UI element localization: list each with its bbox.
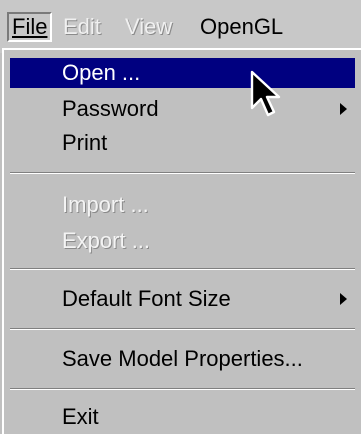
- menu-item-export: Export ...: [10, 226, 355, 256]
- menu-view: View: [122, 12, 175, 42]
- menu-separator: [10, 328, 355, 330]
- menu-view-label: View: [125, 14, 173, 39]
- menu-separator: [10, 172, 355, 174]
- menu-item-default-font-size[interactable]: Default Font Size: [10, 284, 355, 314]
- menu-item-password-label: Password: [62, 96, 159, 121]
- menu-item-print-label: Print: [62, 130, 108, 155]
- menu-edit-label: Edit: [63, 14, 101, 39]
- menu-item-import-label: Import ...: [62, 192, 149, 217]
- menu-item-save-model-properties[interactable]: Save Model Properties...: [10, 344, 355, 374]
- menu-item-exit[interactable]: Exit: [10, 402, 355, 432]
- menu-file[interactable]: File: [7, 12, 53, 42]
- menu-separator: [10, 388, 355, 390]
- menu-opengl[interactable]: OpenGL: [197, 12, 286, 42]
- menu-item-export-label: Export ...: [62, 228, 151, 253]
- submenu-arrow-icon: [340, 103, 347, 115]
- menu-item-import: Import ...: [10, 190, 355, 220]
- menu-opengl-label: OpenGL: [200, 14, 284, 39]
- menu-item-exit-label: Exit: [62, 404, 99, 429]
- menu-item-password[interactable]: Password: [10, 94, 355, 124]
- submenu-arrow-icon: [340, 293, 347, 305]
- menu-item-save-model-properties-label: Save Model Properties...: [62, 346, 303, 371]
- menu-item-print[interactable]: Print: [10, 128, 355, 158]
- menu-bar: File Edit View OpenGL: [0, 0, 361, 53]
- menu-item-default-font-size-label: Default Font Size: [62, 286, 231, 311]
- menu-file-label: File: [12, 14, 48, 39]
- menu-separator: [10, 268, 355, 270]
- mouse-pointer-icon: [250, 70, 281, 117]
- file-dropdown-menu: Open ... Password Print Import ... Expor…: [2, 48, 361, 434]
- menu-item-open[interactable]: Open ...: [10, 58, 355, 88]
- menu-edit: Edit: [60, 12, 104, 42]
- menu-item-open-label: Open ...: [62, 60, 141, 85]
